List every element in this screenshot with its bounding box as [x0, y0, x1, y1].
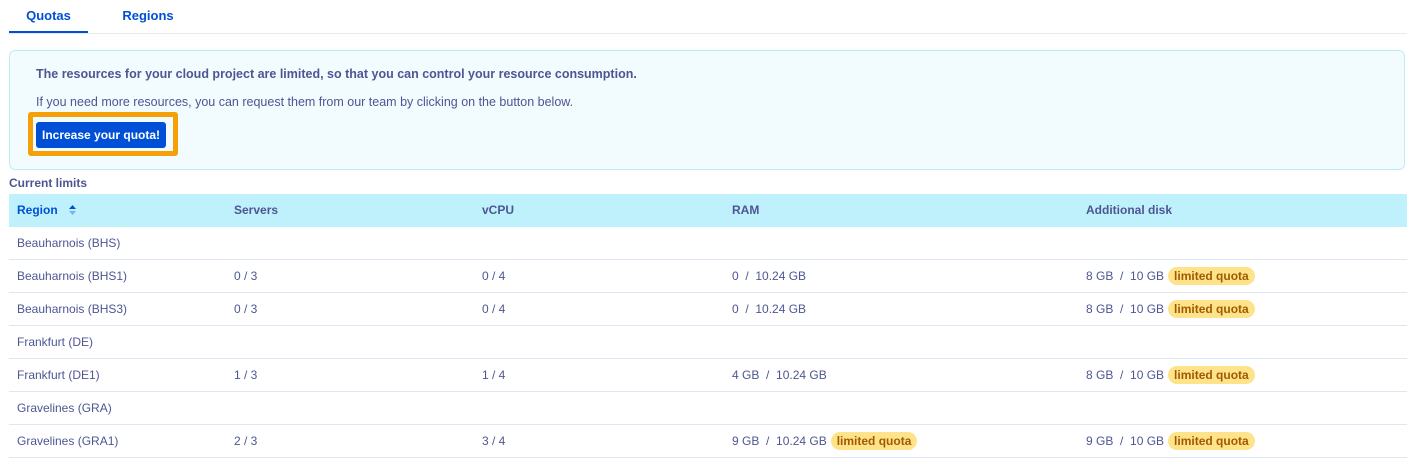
region-value: Gravelines (GRA)	[17, 401, 112, 415]
ram-cell: 4 GB / 10.24 GB	[732, 359, 827, 391]
servers-value: 0 / 3	[234, 269, 258, 283]
disk-value: 8 GB / 10 GB	[1086, 302, 1165, 316]
table-body: Beauharnois (BHS) Beauharnois (BHS1) 0 / 3…	[9, 227, 1407, 458]
disk-cell: 8 GB / 10 GB limited quota	[1086, 260, 1255, 292]
disk-cell: 8 GB / 10 GB limited quota	[1086, 293, 1255, 325]
ram-value: 0 / 10.24 GB	[732, 302, 807, 316]
ram-value: 4 GB / 10.24 GB	[732, 368, 827, 382]
region-value: Gravelines (GRA1)	[17, 434, 119, 448]
disk-value: 8 GB / 10 GB	[1086, 269, 1165, 283]
vcpu-cell: 0 / 4	[482, 293, 505, 325]
limited-quota-badge: limited quota	[1168, 432, 1255, 450]
servers-value: 1 / 3	[234, 368, 258, 382]
limited-quota-badge: limited quota	[1168, 300, 1255, 318]
ram-cell: 9 GB / 10.24 GB limited quota	[732, 425, 918, 457]
region-cell: Beauharnois (BHS)	[17, 227, 120, 259]
tab-bar: Quotas Regions	[9, 0, 1407, 34]
table-row: Frankfurt (DE)	[9, 326, 1407, 359]
disk-value: 9 GB / 10 GB	[1086, 434, 1165, 448]
vcpu-cell: 3 / 4	[482, 425, 505, 457]
vcpu-value: 1 / 4	[482, 368, 506, 382]
sort-icon[interactable]	[69, 204, 77, 215]
ram-cell: 0 / 10.24 GB	[732, 260, 806, 292]
region-value: Frankfurt (DE1)	[17, 368, 100, 382]
servers-value: 0 / 3	[234, 302, 258, 316]
region-value: Beauharnois (BHS3)	[17, 302, 128, 316]
servers-cell: 1 / 3	[234, 359, 257, 391]
vcpu-value: 0 / 4	[482, 269, 506, 283]
region-value: Beauharnois (BHS)	[17, 236, 121, 250]
table-row: Beauharnois (BHS1) 0 / 3 0 / 4 0 / 10.24 GB…	[9, 260, 1407, 293]
disk-cell: 9 GB / 10 GB limited quota	[1086, 425, 1255, 457]
table-header: Region Servers vCPU RAM Additional disk	[9, 194, 1407, 227]
disk-column-header: Additional disk	[1086, 203, 1173, 217]
region-header-label: Region	[17, 203, 58, 217]
region-cell: Frankfurt (DE)	[17, 326, 93, 358]
region-value: Beauharnois (BHS1)	[17, 269, 128, 283]
ram-value: 9 GB / 10.24 GB	[732, 434, 827, 448]
limits-table: Region Servers vCPU RAM Additional disk …	[9, 194, 1407, 458]
current-limits-label: Current limits	[9, 176, 88, 190]
table-row: Beauharnois (BHS3) 0 / 3 0 / 4 0 / 10.24 GB…	[9, 293, 1407, 326]
table-row: Beauharnois (BHS)	[9, 227, 1407, 260]
table-row: Gravelines (GRA)	[9, 392, 1407, 425]
servers-cell: 0 / 3	[234, 260, 257, 292]
region-value: Frankfurt (DE)	[17, 335, 94, 349]
vcpu-cell: 0 / 4	[482, 260, 505, 292]
tab-quotas[interactable]: Quotas	[9, 0, 88, 33]
ram-cell: 0 / 10.24 GB	[732, 293, 806, 325]
region-cell: Gravelines (GRA1)	[17, 425, 118, 457]
info-text: If you need more resources, you can requ…	[36, 95, 574, 109]
tab-regions[interactable]: Regions	[104, 0, 192, 32]
vcpu-value: 0 / 4	[482, 302, 506, 316]
servers-cell: 2 / 3	[234, 425, 257, 457]
table-row: Frankfurt (DE1) 1 / 3 1 / 4 4 GB / 10.24 GB…	[9, 359, 1407, 392]
quota-info-panel: The resources for your cloud project are…	[9, 50, 1405, 170]
servers-value: 2 / 3	[234, 434, 258, 448]
limited-quota-badge: limited quota	[830, 432, 918, 450]
limited-quota-badge: limited quota	[1168, 366, 1255, 384]
disk-cell: 8 GB / 10 GB limited quota	[1086, 359, 1255, 391]
disk-value: 8 GB / 10 GB	[1086, 368, 1165, 382]
region-cell: Gravelines (GRA)	[17, 392, 112, 424]
limited-quota-badge: limited quota	[1168, 267, 1255, 285]
table-row: Gravelines (GRA1) 2 / 3 3 / 4 9 GB / 10.24 …	[9, 425, 1407, 458]
increase-quota-button[interactable]: Increase your quota!	[36, 122, 166, 148]
servers-column-header: Servers	[234, 203, 279, 217]
vcpu-value: 3 / 4	[482, 434, 506, 448]
region-cell: Frankfurt (DE1)	[17, 359, 100, 391]
servers-cell: 0 / 3	[234, 293, 257, 325]
vcpu-column-header: vCPU	[482, 203, 515, 217]
ram-column-header: RAM	[732, 203, 760, 217]
info-title: The resources for your cloud project are…	[36, 67, 637, 81]
vcpu-cell: 1 / 4	[482, 359, 505, 391]
ram-value: 0 / 10.24 GB	[732, 269, 807, 283]
region-column-header[interactable]: Region	[17, 194, 77, 227]
region-cell: Beauharnois (BHS1)	[17, 260, 127, 292]
region-cell: Beauharnois (BHS3)	[17, 293, 127, 325]
